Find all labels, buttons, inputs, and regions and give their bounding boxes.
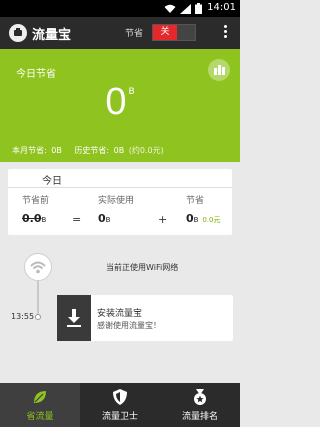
nav-save-traffic[interactable]: 省流量	[0, 383, 80, 427]
today-card: 今日 节省前 0.0B = 实际使用 0B + 节省 0B 0.0元	[8, 169, 232, 235]
nav-traffic-guard-label: 流量卫士	[101, 412, 138, 422]
month-saved-label: 本月节省:	[12, 146, 47, 155]
nav-traffic-ranking-label: 流量排名	[181, 412, 218, 422]
banner-title: 今日节省	[16, 69, 56, 80]
actual-unit: B	[105, 216, 111, 224]
save-toggle[interactable]: 关	[152, 24, 196, 41]
history-saved-approx: (约0.0元)	[128, 146, 164, 155]
medal-icon	[191, 388, 209, 406]
saved-column: 节省 0B 0.0元	[186, 193, 220, 225]
actual-label: 实际使用	[98, 196, 135, 206]
app-logo-icon	[9, 24, 27, 42]
before-unit: B	[41, 216, 47, 224]
save-toggle-state: 关	[153, 25, 177, 40]
savings-banner: 今日节省 0B 本月节省: 0B 历史节省: 0B (约0.0元)	[0, 49, 240, 162]
banner-footer: 本月节省: 0B 历史节省: 0B (约0.0元)	[12, 145, 166, 156]
month-saved-value: 0B	[51, 146, 62, 155]
saved-money: 0.0元	[202, 216, 221, 224]
install-event-card[interactable]: 安装流量宝 感谢使用流量宝！	[57, 295, 233, 341]
status-bar: 14:01	[0, 0, 240, 17]
overflow-menu-icon[interactable]	[224, 25, 228, 41]
actual-value: 0	[98, 212, 106, 225]
status-icons	[164, 3, 202, 14]
chart-icon[interactable]	[208, 59, 230, 81]
history-saved-label: 历史节省:	[74, 146, 110, 155]
before-value: 0.0	[22, 212, 42, 225]
status-time: 14:01	[207, 2, 236, 13]
today-saved-unit: B	[128, 87, 135, 97]
signal-icon	[180, 3, 191, 14]
today-saved-number: 0	[105, 81, 127, 123]
history-saved-value: 0B	[113, 146, 125, 155]
actual-column: 实际使用 0B	[98, 193, 134, 225]
save-toggle-label: 节省	[125, 29, 144, 39]
nav-traffic-ranking[interactable]: 流量排名	[160, 383, 240, 427]
app-bar: 流量宝 节省 关	[0, 17, 240, 49]
wifi-status-text: 当前正使用WiFi网络	[106, 263, 179, 272]
install-title: 安装流量宝	[97, 309, 143, 319]
download-icon	[57, 295, 91, 341]
wifi-status-icon	[164, 4, 176, 13]
saved-value: 0	[186, 212, 194, 225]
app-title: 流量宝	[32, 28, 72, 43]
today-title: 今日	[42, 176, 62, 187]
wifi-icon	[24, 253, 52, 281]
today-header: 今日	[8, 169, 232, 188]
before-label: 节省前	[22, 196, 50, 206]
equals-sign: =	[72, 213, 82, 226]
leaf-icon	[31, 388, 49, 406]
install-subtitle: 感谢使用流量宝！	[97, 321, 161, 330]
before-column: 节省前 0.0B	[22, 193, 49, 225]
nav-traffic-guard[interactable]: 流量卫士	[80, 383, 160, 427]
saved-unit: B	[193, 216, 199, 224]
today-saved-value: 0B	[0, 81, 240, 124]
timeline-dot	[35, 314, 41, 320]
shield-icon	[111, 388, 129, 406]
saved-label: 节省	[186, 196, 205, 206]
bottom-nav: 省流量 流量卫士 流量排名	[0, 383, 240, 427]
event-time: 13:55	[11, 312, 35, 321]
plus-sign: +	[158, 213, 168, 226]
nav-save-traffic-label: 省流量	[26, 412, 54, 422]
battery-icon	[195, 3, 202, 14]
